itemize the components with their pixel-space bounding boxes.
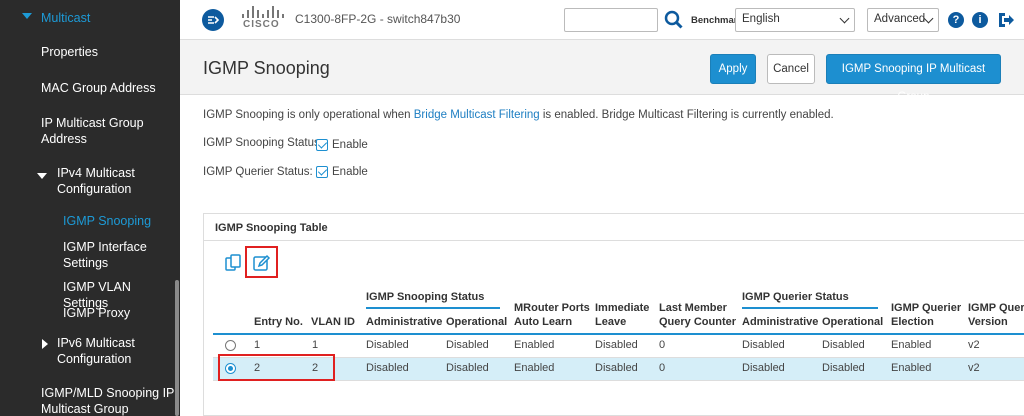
sidebar-item-ipv6-multicast-configuration[interactable]: IPv6 Multicast Configuration (57, 335, 167, 367)
help-icon[interactable]: ? (948, 12, 964, 28)
sidebar-item-igmp-interface-settings[interactable]: IGMP Interface Settings (63, 239, 163, 271)
col-immediate-1: Immediate (595, 302, 650, 314)
search-input[interactable] (564, 8, 658, 32)
table-title: IGMP Snooping Table (215, 222, 328, 234)
querier-status-checkbox[interactable] (316, 166, 328, 178)
col-version-2: Version (968, 316, 1008, 328)
cell-mrouter: Enabled (514, 362, 555, 374)
col-entry-no: Entry No. (254, 316, 303, 328)
language-select[interactable]: English (735, 8, 855, 32)
col-lmqc-1: Last Member (659, 302, 727, 314)
sidebar-item-igmp-proxy[interactable]: IGMP Proxy (63, 305, 130, 321)
info-icon[interactable]: i (972, 12, 988, 28)
sidebar-scrollbar[interactable] (175, 280, 179, 416)
chevron-down-icon (839, 13, 850, 24)
cell-immediate: Disabled (595, 362, 638, 374)
sidebar-item-mac-group-address[interactable]: MAC Group Address (41, 80, 156, 96)
cell-querier-oper: Disabled (822, 362, 865, 374)
info-text-post: is enabled. Bridge Multicast Filtering i… (539, 109, 834, 121)
top-bar: CISCO C1300-8FP-2G - switch847b30 Benchm… (180, 0, 1024, 40)
page-title: IGMP Snooping (203, 58, 330, 78)
cell-snoop-admin: Disabled (366, 339, 409, 351)
group-header-querier: IGMP Querier Status (742, 291, 849, 303)
cell-version: v2 (968, 339, 980, 351)
sidebar-item-multicast[interactable]: Multicast (41, 10, 90, 26)
sidebar-item-ipv4-multicast-configuration[interactable]: IPv4 Multicast Configuration (57, 165, 167, 197)
cell-snoop-oper: Disabled (446, 362, 489, 374)
group-underline (366, 307, 500, 309)
igmp-snooping-ip-multicast-group-button[interactable]: IGMP Snooping IP Multicast Group (826, 54, 1001, 103)
copy-settings-icon[interactable] (224, 253, 244, 273)
caret-down-icon (37, 173, 47, 179)
apply-button[interactable]: Apply (710, 54, 756, 84)
col-snoop-oper: Operational (446, 316, 508, 328)
caret-right-icon (42, 339, 48, 349)
col-election-2: Election (891, 316, 934, 328)
sidebar-item-igmp-mld-snooping[interactable]: IGMP/MLD Snooping IP Multicast Group (41, 385, 176, 416)
col-immediate-2: Leave (595, 316, 627, 328)
menu-icon[interactable] (202, 9, 224, 31)
page-header: IGMP Snooping Apply Cancel IGMP Snooping… (180, 40, 1024, 103)
cell-version: v2 (968, 362, 980, 374)
col-querier-oper: Operational (822, 316, 884, 328)
cisco-logo: CISCO (240, 6, 286, 34)
cell-querier-admin: Disabled (742, 362, 785, 374)
col-lmqc-2: Query Counter (659, 316, 737, 328)
group-underline (742, 307, 878, 309)
col-version-1: IGMP Querier (968, 302, 1024, 314)
bridge-multicast-filtering-link[interactable]: Bridge Multicast Filtering (414, 109, 540, 121)
cell-vlan: 1 (312, 339, 319, 351)
sidebar: Multicast Properties MAC Group Address I… (0, 0, 180, 416)
search-icon[interactable] (664, 10, 684, 30)
col-mrouter-2: Auto Learn (514, 316, 573, 328)
cell-election: Enabled (891, 339, 932, 351)
cell-querier-admin: Disabled (742, 339, 785, 351)
cell-snoop-admin: Disabled (366, 362, 409, 374)
cisco-wordmark: CISCO (243, 19, 280, 30)
caret-down-icon (22, 13, 32, 19)
cell-snoop-oper: Disabled (446, 339, 489, 351)
info-message: IGMP Snooping is only operational when B… (203, 109, 834, 121)
cell-mrouter: Enabled (514, 339, 555, 351)
sidebar-item-properties[interactable]: Properties (41, 44, 98, 60)
snooping-status-label: IGMP Snooping Status: (203, 137, 323, 149)
col-snoop-admin: Administrative (366, 316, 443, 328)
col-querier-admin: Administrative (742, 316, 819, 328)
language-value: English (742, 13, 780, 25)
group-header-snooping: IGMP Snooping Status (366, 291, 485, 303)
cell-lmqc: 0 (659, 362, 666, 374)
col-mrouter-1: MRouter Ports (514, 302, 590, 314)
panel-header: IGMP Snooping Table (204, 214, 1024, 241)
snooping-status-checkbox[interactable] (316, 139, 328, 151)
logout-icon[interactable] (996, 11, 1014, 29)
mode-select[interactable]: Advanced (867, 8, 939, 32)
querier-status-enable-label: Enable (332, 166, 368, 178)
cell-entry: 1 (254, 339, 261, 351)
sidebar-item-ip-multicast-group-address[interactable]: IP Multicast Group Address (41, 115, 161, 147)
sidebar-item-igmp-snooping[interactable]: IGMP Snooping (63, 213, 151, 229)
col-vlan-id: VLAN ID (311, 316, 355, 328)
device-name: C1300-8FP-2G - switch847b30 (295, 12, 461, 26)
cell-election: Enabled (891, 362, 932, 374)
cell-querier-oper: Disabled (822, 339, 865, 351)
cell-immediate: Disabled (595, 339, 638, 351)
cell-lmqc: 0 (659, 339, 666, 351)
info-text-pre: IGMP Snooping is only operational when (203, 109, 414, 121)
querier-status-label: IGMP Querier Status: (203, 166, 313, 178)
selected-row-highlight (218, 354, 335, 381)
snooping-status-enable-label: Enable (332, 139, 368, 151)
mode-value: Advanced (874, 13, 926, 25)
row-radio[interactable] (225, 340, 236, 351)
edit-icon-highlight (245, 246, 278, 278)
cancel-button[interactable]: Cancel (767, 54, 815, 84)
col-election-1: IGMP Querier (891, 302, 962, 314)
